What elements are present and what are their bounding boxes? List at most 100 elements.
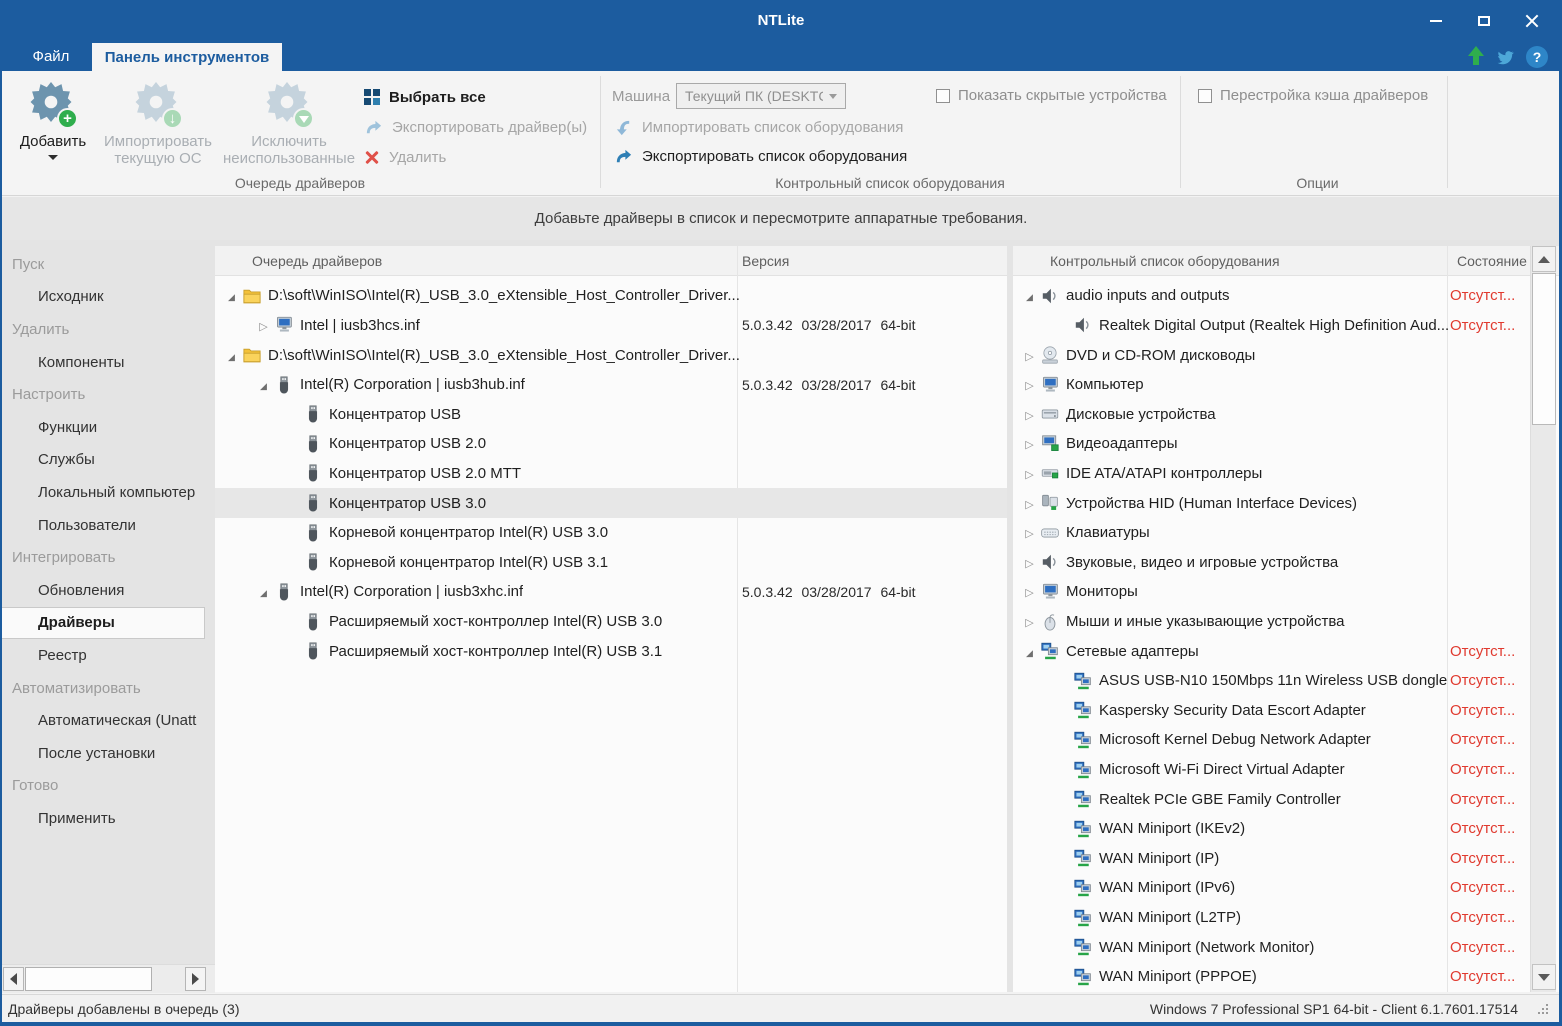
resize-grip-icon[interactable] xyxy=(1538,1004,1548,1014)
sidebar-item-drivers[interactable]: Драйверы xyxy=(0,607,205,640)
hardware-row[interactable]: WAN Miniport (IKEv2) Отсутст... xyxy=(1013,814,1529,844)
expand-icon[interactable] xyxy=(223,347,240,364)
hardware-row[interactable]: IDE ATA/ATAPI контроллеры xyxy=(1013,459,1529,489)
hardware-row[interactable]: WAN Miniport (Network Monitor) Отсутст..… xyxy=(1013,932,1529,962)
scroll-right-button[interactable] xyxy=(185,967,206,991)
hardware-row[interactable]: Realtek Digital Output (Realtek High Def… xyxy=(1013,311,1529,341)
add-driver-button[interactable]: + Добавить xyxy=(8,81,98,160)
collapse-icon[interactable] xyxy=(1021,524,1038,541)
sidebar-item-local-machine[interactable]: Локальный компьютер xyxy=(0,476,215,509)
hardware-row[interactable]: Microsoft Wi-Fi Direct Virtual Adapter О… xyxy=(1013,755,1529,785)
driver-row[interactable]: Intel(R) Corporation | iusb3xhc.inf 5.0.… xyxy=(215,577,1007,607)
network-adapter-icon xyxy=(1072,908,1093,928)
delete-button[interactable]: Удалить xyxy=(364,146,446,168)
driver-row[interactable]: Intel | iusb3hcs.inf 5.0.3.42 03/28/2017… xyxy=(215,311,1007,341)
hardware-row[interactable]: Мыши и иные указывающие устройства xyxy=(1013,607,1529,637)
expand-icon[interactable] xyxy=(255,376,272,393)
driver-row[interactable]: Корневой концентратор Intel(R) USB 3.0 xyxy=(215,518,1007,548)
show-hidden-devices-checkbox[interactable]: Показать скрытые устройства xyxy=(936,87,1167,104)
sidebar-item-post-setup[interactable]: После установки xyxy=(0,737,215,770)
maximize-button[interactable] xyxy=(1460,0,1508,42)
hardware-row[interactable]: Клавиатуры xyxy=(1013,518,1529,548)
hardware-row[interactable]: Компьютер xyxy=(1013,370,1529,400)
expand-icon[interactable] xyxy=(1021,287,1038,304)
select-all-button[interactable]: Выбрать все xyxy=(364,86,486,108)
hardware-row[interactable]: Дисковые устройства xyxy=(1013,399,1529,429)
hardware-row[interactable]: Звуковые, видео и игровые устройства xyxy=(1013,547,1529,577)
collapse-icon[interactable] xyxy=(255,317,272,334)
collapse-icon[interactable] xyxy=(1021,583,1038,600)
tab-file[interactable]: Файл xyxy=(12,42,90,71)
expand-icon[interactable] xyxy=(255,583,272,600)
sidebar-item-source[interactable]: Исходник xyxy=(0,281,215,314)
close-button[interactable] xyxy=(1508,0,1556,42)
collapse-icon[interactable] xyxy=(1021,554,1038,571)
collapse-icon[interactable] xyxy=(1021,495,1038,512)
hardware-row[interactable]: WAN Miniport (IPv6) Отсутст... xyxy=(1013,873,1529,903)
rebuild-driver-cache-checkbox[interactable]: Перестройка кэша драйверов xyxy=(1198,87,1428,104)
column-header-version[interactable]: Версия xyxy=(742,253,789,269)
collapse-icon[interactable] xyxy=(1021,435,1038,452)
hardware-label: ASUS USB-N10 150Mbps 11n Wireless USB do… xyxy=(1099,672,1449,689)
driver-row[interactable]: D:\soft\WinISO\Intel(R)_USB_3.0_eXtensib… xyxy=(215,340,1007,370)
driver-row[interactable]: Концентратор USB xyxy=(215,399,1007,429)
driver-row[interactable]: Корневой концентратор Intel(R) USB 3.1 xyxy=(215,547,1007,577)
twitter-icon[interactable] xyxy=(1496,48,1515,67)
driver-row[interactable]: Расширяемый хост-контроллер Intel(R) USB… xyxy=(215,607,1007,637)
vertical-scroll-thumb[interactable] xyxy=(1532,273,1556,425)
monitor-icon xyxy=(1039,582,1060,602)
export-hardware-list-button[interactable]: Экспортировать список оборудования xyxy=(614,145,907,167)
hardware-row[interactable]: Microsoft Kernel Debug Network Adapter О… xyxy=(1013,725,1529,755)
driver-row[interactable]: D:\soft\WinISO\Intel(R)_USB_3.0_eXtensib… xyxy=(215,281,1007,311)
sidebar-item-apply[interactable]: Применить xyxy=(0,802,215,835)
scroll-up-button[interactable] xyxy=(1532,246,1556,272)
collapse-icon[interactable] xyxy=(1021,465,1038,482)
hardware-row[interactable]: audio inputs and outputs Отсутст... xyxy=(1013,281,1529,311)
hardware-row[interactable]: Kaspersky Security Data Escort Adapter О… xyxy=(1013,696,1529,726)
sidebar-item-components[interactable]: Компоненты xyxy=(0,346,215,379)
help-icon[interactable] xyxy=(1526,46,1548,68)
hardware-row[interactable]: WAN Miniport (PPPOE) Отсутст... xyxy=(1013,962,1529,992)
export-drivers-button[interactable]: Экспортировать драйвер(ы) xyxy=(364,116,587,138)
scroll-down-button[interactable] xyxy=(1532,964,1556,990)
driver-row[interactable]: Концентратор USB 2.0 MTT xyxy=(215,459,1007,489)
expand-icon[interactable] xyxy=(1021,643,1038,660)
machine-dropdown[interactable]: Текущий ПК (DESKTC xyxy=(676,83,846,109)
update-arrow-icon[interactable] xyxy=(1467,46,1485,68)
driver-row[interactable]: Концентратор USB 2.0 xyxy=(215,429,1007,459)
hardware-row[interactable]: Видеоадаптеры xyxy=(1013,429,1529,459)
hardware-row[interactable]: Мониторы xyxy=(1013,577,1529,607)
import-current-os-button[interactable]: ↓ Импортироватьтекущую ОС xyxy=(98,81,218,167)
sidebar-item-users[interactable]: Пользователи xyxy=(0,509,215,542)
hardware-row[interactable]: WAN Miniport (IP) Отсутст... xyxy=(1013,844,1529,874)
collapse-icon[interactable] xyxy=(1021,376,1038,393)
driver-row[interactable]: Intel(R) Corporation | iusb3hub.inf 5.0.… xyxy=(215,370,1007,400)
driver-row[interactable]: Расширяемый хост-контроллер Intel(R) USB… xyxy=(215,636,1007,666)
collapse-icon[interactable] xyxy=(1021,613,1038,630)
collapse-icon[interactable] xyxy=(1021,347,1038,364)
collapse-icon[interactable] xyxy=(1021,406,1038,423)
tab-toolbar[interactable]: Панель инструментов xyxy=(92,43,282,71)
sidebar-item-updates[interactable]: Обновления xyxy=(0,574,215,607)
hardware-row[interactable]: Сетевые адаптеры Отсутст... xyxy=(1013,636,1529,666)
exclude-unused-button[interactable]: Исключитьнеиспользованные xyxy=(218,81,360,167)
expand-icon[interactable] xyxy=(223,287,240,304)
column-header-hardware[interactable]: Контрольный список оборудования xyxy=(1050,253,1280,269)
sidebar-item-services[interactable]: Службы xyxy=(0,444,215,477)
import-hardware-list-button[interactable]: Импортировать список оборудования xyxy=(614,116,903,138)
sidebar-item-registry[interactable]: Реестр xyxy=(0,639,215,672)
hardware-row[interactable]: WAN Miniport (L2TP) Отсутст... xyxy=(1013,903,1529,933)
driver-row-selected[interactable]: Концентратор USB 3.0 xyxy=(215,488,1007,518)
horizontal-scroll-thumb[interactable] xyxy=(25,967,152,991)
hardware-row[interactable]: ASUS USB-N10 150Mbps 11n Wireless USB do… xyxy=(1013,666,1529,696)
hardware-row[interactable]: DVD и CD-ROM дисководы xyxy=(1013,340,1529,370)
column-header-status[interactable]: Состояние xyxy=(1457,253,1527,269)
minimize-button[interactable] xyxy=(1412,0,1460,42)
sidebar-item-features[interactable]: Функции xyxy=(0,411,215,444)
sidebar-item-unattended[interactable]: Автоматическая (Unatt xyxy=(0,704,215,737)
device-label: Концентратор USB xyxy=(329,406,461,423)
hardware-row[interactable]: Устройства HID (Human Interface Devices) xyxy=(1013,488,1529,518)
hardware-row[interactable]: Realtek PCIe GBE Family Controller Отсут… xyxy=(1013,784,1529,814)
scroll-left-button[interactable] xyxy=(3,967,24,991)
column-header-queue[interactable]: Очередь драйверов xyxy=(252,253,382,269)
